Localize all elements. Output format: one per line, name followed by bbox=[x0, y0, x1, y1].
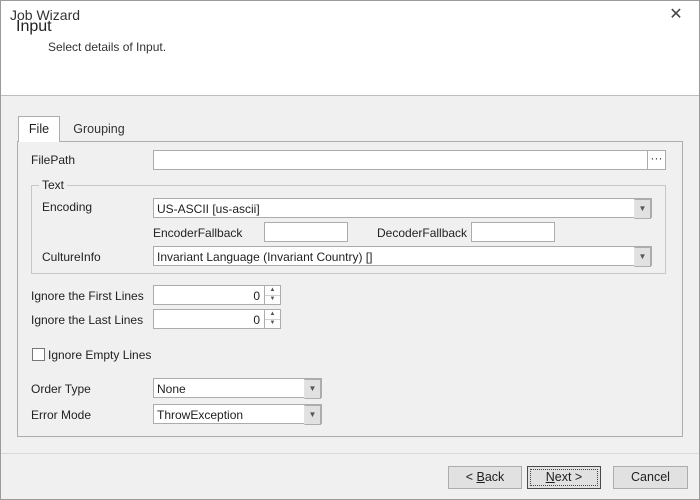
chevron-down-icon[interactable]: ▼ bbox=[634, 199, 651, 219]
next-button[interactable]: Next > bbox=[527, 466, 601, 489]
error-mode-value: ThrowException bbox=[157, 408, 244, 422]
ignore-empty-lines-label: Ignore Empty Lines bbox=[48, 348, 152, 362]
browse-button[interactable]: ··· bbox=[647, 150, 666, 170]
culture-info-dropdown[interactable]: Invariant Language (Invariant Country) [… bbox=[153, 246, 652, 267]
chevron-down-icon[interactable]: ▼ bbox=[304, 405, 321, 425]
encoding-value: US-ASCII [us-ascii] bbox=[157, 202, 260, 216]
ignore-last-lines-stepper[interactable]: 0 ▲ ▼ bbox=[153, 309, 281, 329]
footer-divider bbox=[1, 453, 699, 454]
back-button[interactable]: < Back bbox=[448, 466, 522, 489]
page-subtitle: Select details of Input. bbox=[48, 40, 167, 54]
filepath-input[interactable] bbox=[153, 150, 648, 170]
encoder-fallback-label: EncoderFallback bbox=[153, 226, 243, 240]
chevron-down-icon[interactable]: ▼ bbox=[634, 247, 651, 267]
culture-info-value: Invariant Language (Invariant Country) [… bbox=[157, 250, 373, 264]
order-type-dropdown[interactable]: None ▼ bbox=[153, 378, 322, 399]
chevron-down-icon[interactable]: ▼ bbox=[304, 379, 321, 399]
error-mode-label: Error Mode bbox=[31, 408, 92, 422]
encoding-label: Encoding bbox=[42, 200, 93, 214]
order-type-label: Order Type bbox=[31, 382, 91, 396]
back-label-accel: B bbox=[476, 470, 485, 484]
title-bar bbox=[1, 1, 699, 31]
ignore-empty-lines-checkbox[interactable] bbox=[32, 348, 45, 361]
order-type-value: None bbox=[157, 382, 186, 396]
filepath-label: FilePath bbox=[31, 153, 76, 167]
text-group-label: Text bbox=[39, 178, 68, 192]
error-mode-dropdown[interactable]: ThrowException ▼ bbox=[153, 404, 322, 425]
spin-down-icon[interactable]: ▼ bbox=[264, 295, 280, 304]
ignore-last-lines-value: 0 bbox=[253, 313, 260, 327]
ignore-first-lines-value: 0 bbox=[253, 289, 260, 303]
encoding-dropdown[interactable]: US-ASCII [us-ascii] ▼ bbox=[153, 198, 652, 219]
decoder-fallback-label: DecoderFallback bbox=[377, 226, 468, 240]
decoder-fallback-input[interactable] bbox=[471, 222, 555, 242]
focus-rect bbox=[530, 469, 598, 486]
culture-info-label: CultureInfo bbox=[42, 250, 101, 264]
spin-down-icon[interactable]: ▼ bbox=[264, 319, 280, 328]
tab-grouping[interactable]: Grouping bbox=[61, 117, 137, 142]
encoder-fallback-input[interactable] bbox=[264, 222, 348, 242]
ignore-first-lines-stepper[interactable]: 0 ▲ ▼ bbox=[153, 285, 281, 305]
tab-file[interactable]: File bbox=[18, 116, 60, 142]
close-icon[interactable]: ✕ bbox=[664, 4, 688, 26]
ignore-last-lines-label: Ignore the Last Lines bbox=[31, 313, 144, 327]
back-label-prefix: < bbox=[465, 470, 477, 484]
ignore-first-lines-label: Ignore the First Lines bbox=[31, 289, 144, 303]
page-title: Input bbox=[16, 18, 52, 35]
cancel-button[interactable]: Cancel bbox=[613, 466, 688, 489]
back-label-rest: ack bbox=[484, 470, 505, 484]
